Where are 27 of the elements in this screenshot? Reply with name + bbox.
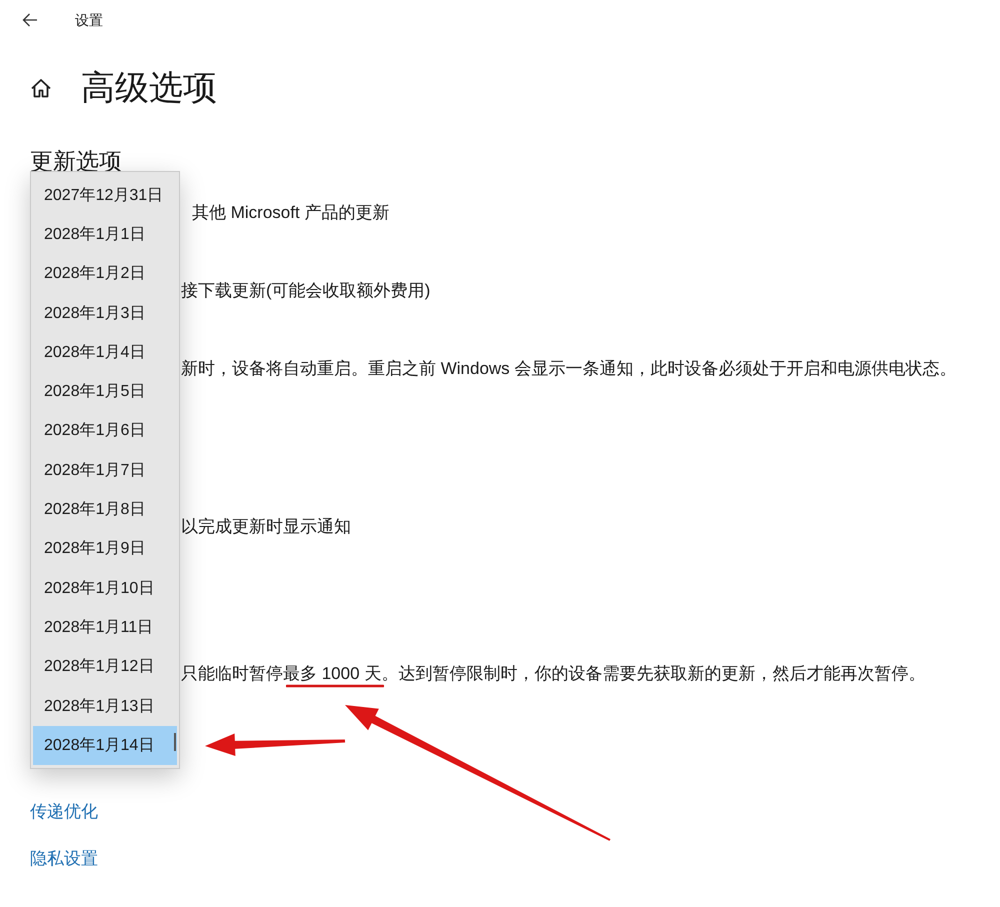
date-option[interactable]: 2028年1月8日 (33, 490, 177, 530)
section-heading: 更新选项 (30, 148, 122, 174)
date-option[interactable]: 2028年1月12日 (33, 648, 177, 687)
page-title: 高级选项 (81, 68, 217, 108)
date-option[interactable]: 2028年1月11日 (33, 608, 177, 648)
home-icon[interactable] (30, 78, 52, 98)
date-option[interactable]: 2028年1月4日 (33, 333, 177, 372)
date-option[interactable]: 2028年1月7日 (33, 451, 177, 490)
date-option[interactable]: 2028年1月10日 (33, 568, 177, 608)
back-arrow-icon[interactable] (22, 13, 38, 27)
setting-description: 其他 Microsoft 产品的更新 (192, 203, 390, 222)
date-option[interactable]: 2028年1月1日 (33, 215, 177, 255)
settings-link[interactable]: 传递优化 (30, 802, 98, 821)
window-title: 设置 (75, 11, 103, 29)
setting-description: 只能临时暂停最多 1000 天。达到暂停限制时，你的设备需要先获取新的更新，然后才能再次暂停。 (181, 664, 926, 683)
date-option[interactable]: 2028年1月6日 (33, 412, 177, 452)
setting-description: 接下载更新(可能会收取额外费用) (181, 281, 430, 300)
date-option[interactable]: 2028年1月3日 (33, 294, 177, 334)
setting-description: 以完成更新时显示通知 (181, 517, 351, 536)
settings-link[interactable]: 隐私设置 (30, 849, 98, 868)
date-option[interactable]: 2028年1月14日 (33, 726, 177, 766)
date-option[interactable]: 2028年1月13日 (33, 686, 177, 726)
date-option[interactable]: 2027年12月31日 (33, 176, 177, 216)
date-option[interactable]: 2028年1月9日 (33, 530, 177, 569)
date-option[interactable]: 2028年1月5日 (33, 372, 177, 412)
setting-description: 新时，设备将自动重启。重启之前 Windows 会显示一条通知，此时设备必须处于开启和电源供电状态。 (181, 359, 956, 378)
date-option[interactable]: 2028年1月2日 (33, 254, 177, 294)
